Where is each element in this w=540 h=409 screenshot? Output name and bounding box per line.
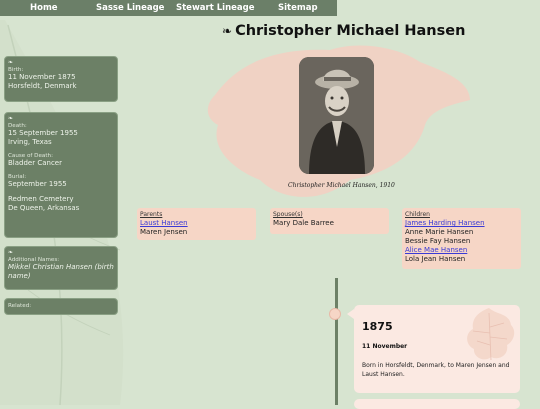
parent-link[interactable]: Laust Hansen [140,219,253,228]
related-label: Related: [8,303,32,309]
cause-value: Bladder Cancer [8,159,62,167]
children-heading: Children [405,211,430,218]
birth-date: 11 November 1875 [8,73,76,81]
related-box: Related: [4,298,118,315]
birth-place: Horsfeldt, Denmark [8,82,77,90]
photo-caption: Christopher Michael Hansen, 1910 [288,182,395,189]
fleuron-icon: ❧ [8,59,14,66]
child-name: Anne Marie Hansen [405,228,474,236]
timeline-line [335,278,338,405]
children-panel: Children James Harding Hansen Anne Marie… [402,208,521,269]
nav-stewart-lineage[interactable]: Stewart Lineage [176,3,254,13]
timeline-next-card [354,399,520,409]
page-title: ❧ Christopher Michael Hansen [222,23,465,39]
timeline-pointer [347,309,354,319]
additional-name: Mikkel Christian Hansen (birth name) [8,263,114,280]
death-date: 15 September 1955 [8,129,78,137]
parent-name: Maren Jensen [140,228,188,236]
timeline-date: 11 November [362,343,408,350]
child-name: Lola Jean Hansen [405,255,466,263]
timeline-year: 1875 [362,320,393,333]
cemetery-place: De Queen, Arkansas [8,204,80,212]
child-name: Bessie Fay Hansen [405,237,471,245]
nav-home[interactable]: Home [30,3,58,13]
nav-sitemap[interactable]: Sitemap [278,3,318,13]
fleuron-icon: ❧ [8,115,14,122]
parents-panel: Parents Laust Hansen Maren Jensen [137,208,256,240]
nav-sasse-lineage[interactable]: Sasse Lineage [96,3,164,13]
top-nav: Home Sasse Lineage Stewart Lineage Sitem… [0,0,337,16]
spouses-panel: Spouse(s) Mary Dale Barree [270,208,389,234]
timeline-dot [329,308,341,320]
death-place: Irving, Texas [8,138,52,146]
death-box: ❧ Death: 15 September 1955 Irving, Texas… [4,112,118,238]
parents-heading: Parents [140,211,163,218]
page-title-text: Christopher Michael Hansen [235,23,466,39]
fleuron-icon: ❧ [8,249,14,256]
cemetery-name: Redmen Cemetery [8,195,74,203]
child-link[interactable]: Alice Mae Hansen [405,246,518,255]
fleuron-icon: ❧ [222,24,233,38]
burial-date: September 1955 [8,180,67,188]
child-link[interactable]: James Harding Hansen [405,219,518,228]
spouse-name: Mary Dale Barree [273,219,334,227]
portrait-image [299,57,374,174]
names-box: ❧ Additional Names: Mikkel Christian Han… [4,246,118,290]
spouses-heading: Spouse(s) [273,211,303,218]
timeline-description: Born in Horsfeldt, Denmark, to Maren Jen… [362,362,510,378]
leaf-watermark-icon [467,308,515,361]
portrait-photo [299,57,374,174]
timeline-event-card: 1875 11 November Born in Horsfeldt, Denm… [354,305,520,393]
birth-box: ❧ Birth: 11 November 1875 Horsfeldt, Den… [4,56,118,102]
